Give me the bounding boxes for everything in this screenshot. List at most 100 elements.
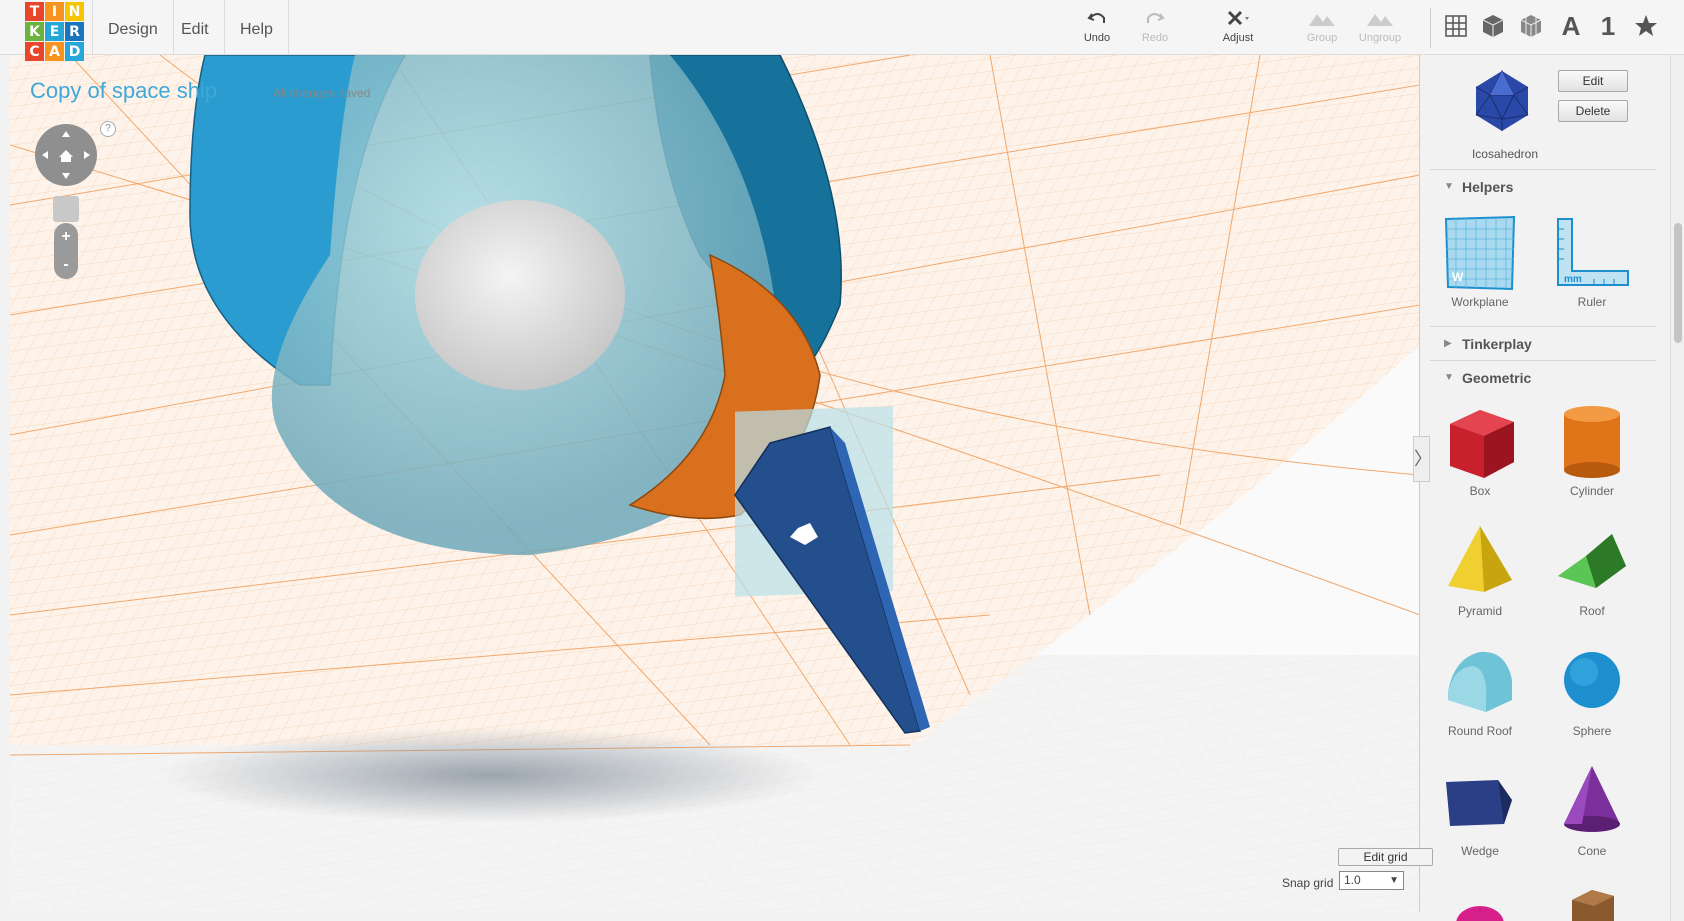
logo-letter: K: [25, 22, 44, 41]
collapse-sidebar-tab[interactable]: 〉: [1413, 436, 1432, 482]
icosahedron-icon: [1475, 69, 1529, 131]
adjust-button[interactable]: Adjust: [1208, 8, 1268, 44]
shape-wedge[interactable]: Wedge: [1430, 760, 1530, 858]
redo-button[interactable]: Redo: [1125, 8, 1185, 44]
shape-sphere[interactable]: Sphere: [1542, 640, 1642, 738]
snap-grid-label: Snap grid: [1282, 876, 1334, 890]
group-button[interactable]: Group: [1292, 8, 1352, 44]
toolbar-divider: [1430, 8, 1431, 48]
section-tinkerplay[interactable]: ▶ Tinkerplay: [1430, 326, 1656, 356]
shape-round-roof[interactable]: Round Roof: [1430, 640, 1530, 738]
solid-view-icon[interactable]: [1477, 10, 1509, 42]
shape-cylinder[interactable]: Cylinder: [1542, 400, 1642, 498]
ungroup-button[interactable]: Ungroup: [1350, 8, 1410, 44]
edit-shape-button[interactable]: Edit: [1558, 70, 1628, 92]
section-geometric-title: Geometric: [1462, 370, 1532, 386]
delete-shape-button[interactable]: Delete: [1558, 100, 1628, 122]
zoom-control[interactable]: + -: [54, 223, 78, 279]
shape-partial-next[interactable]: [1430, 880, 1530, 921]
ungroup-label: Ungroup: [1358, 32, 1402, 44]
home-icon: [59, 150, 73, 162]
shape-cone[interactable]: Cone: [1542, 760, 1642, 858]
top-bar: T I N K E R C A D Design Edit Help Undo …: [0, 0, 1684, 61]
selected-shape-name: Icosahedron: [1471, 147, 1539, 161]
navigation-help-button[interactable]: ?: [100, 121, 116, 137]
3d-workplane-canvas[interactable]: [10, 55, 1420, 912]
sidebar-scrollbar[interactable]: [1670, 55, 1684, 921]
helper-label: Workplane: [1451, 295, 1509, 309]
shape-label: Box: [1469, 484, 1491, 498]
perspective-toggle-icon[interactable]: [53, 196, 79, 222]
star-icon[interactable]: [1630, 10, 1662, 42]
document-title[interactable]: Copy of space ship: [30, 78, 217, 104]
dropdown-arrow-icon: ▼: [1389, 875, 1399, 886]
adjust-icon: [1227, 10, 1249, 26]
section-tinkerplay-title: Tinkerplay: [1462, 336, 1532, 352]
logo-letter: C: [25, 42, 44, 61]
section-helpers-title: Helpers: [1462, 179, 1514, 195]
helper-workplane[interactable]: W Workplane: [1430, 215, 1530, 309]
svg-text:W: W: [1452, 270, 1464, 284]
scene-render: [10, 55, 1419, 912]
shape-label: Cylinder: [1569, 484, 1614, 498]
cylinder-icon: [1564, 406, 1620, 478]
snap-grid-value: 1.0: [1344, 873, 1361, 887]
menu-help[interactable]: Help: [225, 0, 289, 55]
shape-label: Pyramid: [1457, 604, 1502, 618]
shape-label: Cone: [1577, 844, 1607, 858]
pyramid-icon: [1448, 526, 1512, 592]
save-status: All changes saved: [273, 86, 371, 100]
shape-label: Wedge: [1461, 844, 1499, 858]
shape-label: Sphere: [1572, 724, 1612, 738]
zoom-out-button[interactable]: -: [54, 251, 78, 279]
shape-partial-next-2[interactable]: [1542, 880, 1642, 921]
menu-design[interactable]: Design: [92, 0, 174, 55]
undo-label: Undo: [1083, 32, 1111, 44]
box-icon: [1450, 410, 1514, 478]
wireframe-view-icon[interactable]: [1515, 10, 1547, 42]
tinkercad-logo[interactable]: T I N K E R C A D: [25, 2, 85, 62]
logo-letter: A: [45, 42, 64, 61]
orbit-control[interactable]: [35, 124, 97, 186]
snap-grid-select[interactable]: 1.0 ▼: [1339, 871, 1404, 890]
adjust-label: Adjust: [1222, 32, 1254, 44]
number-view-icon[interactable]: 1: [1592, 10, 1624, 42]
shapes-sidebar: Icosahedron Edit Delete ▼ Helpers W Work…: [1430, 55, 1670, 921]
helper-label: Ruler: [1577, 295, 1607, 309]
sphere-icon: [1564, 652, 1620, 708]
paraboloid-icon: [1456, 906, 1504, 921]
logo-letter: E: [45, 22, 64, 41]
scrollbar-thumb[interactable]: [1674, 223, 1682, 343]
shape-label: Round Roof: [1447, 724, 1513, 738]
edit-grid-button[interactable]: Edit grid: [1338, 848, 1433, 866]
polygon-icon: [1572, 890, 1614, 921]
section-helpers[interactable]: ▼ Helpers: [1430, 169, 1656, 199]
group-label: Group: [1306, 32, 1338, 44]
shape-box[interactable]: Box: [1430, 400, 1530, 498]
group-icon: [1309, 14, 1335, 26]
logo-letter: D: [65, 42, 84, 61]
cone-icon: [1564, 766, 1620, 832]
undo-icon: [1087, 13, 1105, 23]
logo-letter: N: [65, 2, 84, 21]
grid-view-icon[interactable]: [1440, 10, 1472, 42]
logo-letter: I: [45, 2, 64, 21]
logo-letter: T: [25, 2, 44, 21]
chevron-right-icon: 〉: [1414, 449, 1432, 469]
shape-roof[interactable]: Roof: [1542, 520, 1642, 618]
undo-button[interactable]: Undo: [1067, 8, 1127, 44]
triangle-down-icon: ▼: [1444, 181, 1454, 192]
redo-icon: [1147, 13, 1165, 23]
shape-pyramid[interactable]: Pyramid: [1430, 520, 1530, 618]
helper-ruler[interactable]: mm Ruler: [1542, 215, 1642, 309]
text-view-icon[interactable]: A: [1555, 10, 1587, 42]
ruler-icon: mm: [1557, 218, 1629, 286]
menu-edit[interactable]: Edit: [166, 0, 225, 55]
shape-label: Roof: [1579, 604, 1605, 618]
triangle-right-icon: ▶: [1444, 338, 1452, 349]
zoom-in-button[interactable]: +: [54, 223, 78, 251]
roof-icon: [1558, 534, 1626, 588]
section-geometric[interactable]: ▼ Geometric: [1430, 360, 1656, 390]
svg-text:mm: mm: [1564, 274, 1582, 285]
triangle-down-icon: ▼: [1444, 372, 1454, 383]
